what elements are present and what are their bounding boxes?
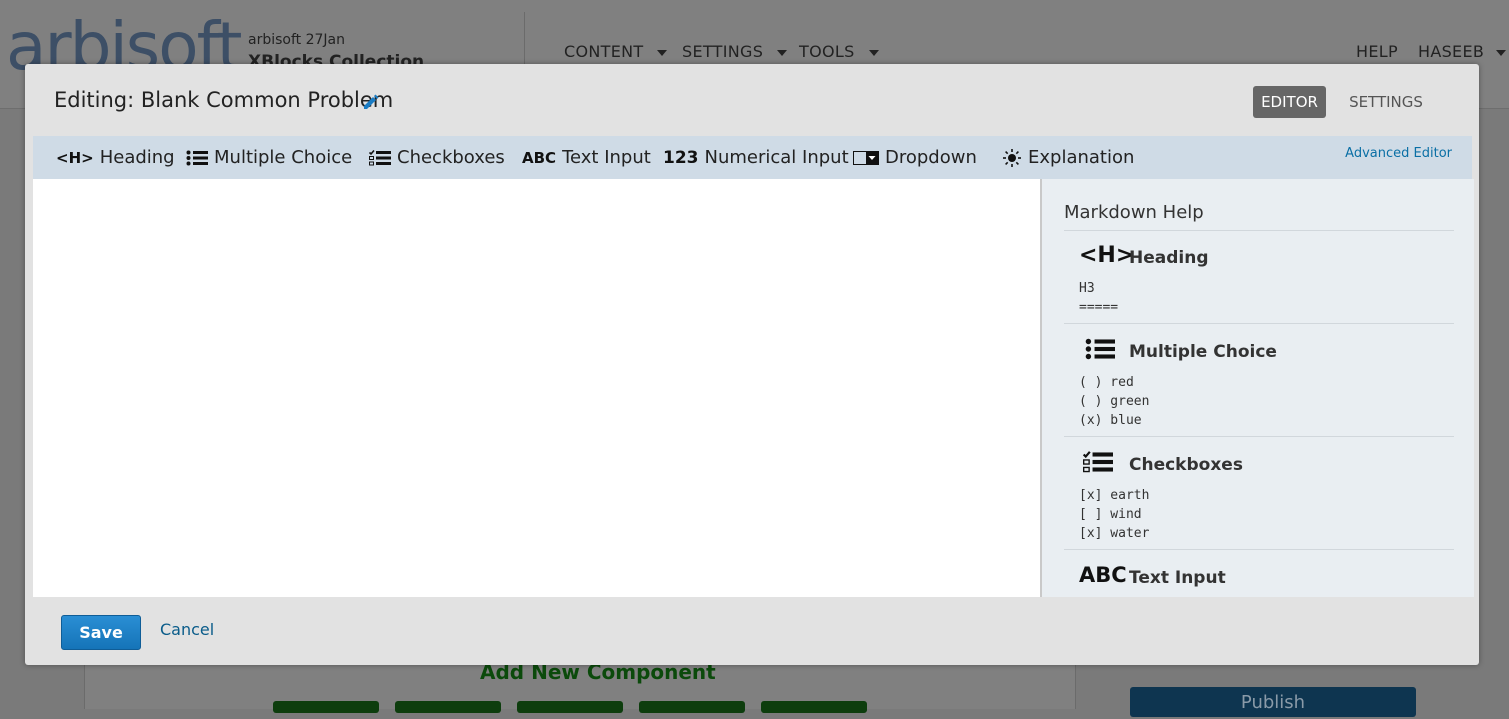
toolbar-heading[interactable]: <H> Heading	[56, 136, 175, 179]
heading-icon: <H>	[1079, 243, 1135, 268]
toolbar-dropdown-label: Dropdown	[885, 147, 977, 168]
editor-toolbar: <H> Heading Multiple Choice Checkboxes AB…	[33, 136, 1472, 179]
publish-button[interactable]: Publish	[1130, 687, 1416, 717]
nav-user-label: HASEEB	[1418, 42, 1485, 61]
toolbar-checkboxes[interactable]: Checkboxes	[369, 136, 505, 179]
add-component-button[interactable]	[273, 701, 379, 713]
chevron-down-icon	[657, 49, 668, 56]
list-icon	[186, 150, 208, 166]
cancel-button[interactable]: Cancel	[160, 620, 214, 639]
help-section-name: Heading	[1129, 248, 1209, 268]
toolbar-text-input-label: Text Input	[562, 147, 651, 168]
help-section-heading: <H> Heading H3 =====	[1079, 241, 1449, 317]
add-component-button[interactable]	[639, 701, 745, 713]
nav-tools[interactable]: TOOLS	[799, 42, 879, 61]
divider	[1064, 323, 1454, 324]
toolbar-explanation-label: Explanation	[1028, 147, 1135, 168]
chevron-down-icon	[777, 49, 788, 56]
help-code-example: [x] earth [ ] wind [x] water	[1079, 488, 1150, 541]
toolbar-explanation[interactable]: Explanation	[1002, 136, 1134, 179]
checklist-icon	[369, 150, 391, 166]
help-code-example: ( ) red ( ) green (x) blue	[1079, 375, 1150, 428]
nav-help[interactable]: HELP	[1356, 42, 1398, 61]
help-section-checkboxes: Checkboxes [x] earth [ ] wind [x] water	[1079, 448, 1449, 543]
toolbar-multiple-choice[interactable]: Multiple Choice	[186, 136, 352, 179]
add-component-button[interactable]	[517, 701, 623, 713]
divider	[1064, 549, 1454, 550]
toolbar-numerical-input[interactable]: 123 Numerical Input	[663, 136, 849, 179]
divider	[1064, 436, 1454, 437]
nav-user[interactable]: HASEEB	[1418, 42, 1507, 61]
abc-icon: ABC	[1079, 563, 1127, 587]
list-icon	[1085, 338, 1115, 360]
dropdown-icon	[853, 151, 879, 165]
numbers-icon: 123	[663, 147, 699, 168]
heading-icon: <H>	[56, 148, 94, 167]
add-component-button[interactable]	[761, 701, 867, 713]
divider	[1064, 230, 1454, 231]
help-title: Markdown Help	[1064, 202, 1204, 223]
nav-tools-label: TOOLS	[799, 42, 855, 61]
nav-settings-label: SETTINGS	[682, 42, 764, 61]
checklist-icon	[1083, 451, 1113, 473]
chevron-down-icon	[868, 49, 879, 56]
editor-modal: Editing: Blank Common Problem EDITOR SET…	[25, 64, 1479, 665]
help-code-example: H3 =====	[1079, 281, 1119, 315]
toolbar-checkboxes-label: Checkboxes	[397, 147, 505, 168]
help-section-name: Text Input	[1129, 568, 1226, 588]
modal-footer: Save Cancel	[25, 597, 1479, 665]
help-section-multiple-choice: Multiple Choice ( ) red ( ) green (x) bl…	[1079, 335, 1449, 430]
markdown-editor[interactable]	[33, 179, 1040, 597]
editor-mode-button[interactable]: EDITOR	[1253, 86, 1326, 118]
course-org: arbisoft 27Jan	[248, 32, 345, 48]
modal-title: Editing: Blank Common Problem	[54, 88, 394, 112]
pencil-icon[interactable]	[361, 92, 379, 110]
help-section-name: Multiple Choice	[1129, 342, 1277, 362]
toolbar-numerical-input-label: Numerical Input	[704, 147, 849, 168]
toolbar-multiple-choice-label: Multiple Choice	[214, 147, 353, 168]
advanced-editor-link[interactable]: Advanced Editor	[1345, 146, 1452, 161]
abc-icon: ABC	[522, 148, 557, 167]
lightbulb-icon	[1003, 149, 1021, 167]
help-section-name: Checkboxes	[1129, 455, 1243, 475]
markdown-help-panel: Markdown Help <H> Heading H3 ===== Multi…	[1040, 179, 1474, 597]
toolbar-dropdown[interactable]: Dropdown	[853, 136, 977, 179]
save-button[interactable]: Save	[61, 615, 141, 650]
nav-content-label: CONTENT	[564, 42, 644, 61]
add-component-button[interactable]	[395, 701, 501, 713]
toolbar-heading-label: Heading	[99, 147, 175, 168]
nav-settings[interactable]: SETTINGS	[682, 42, 788, 61]
help-section-text-input: ABC Text Input	[1079, 561, 1449, 597]
nav-content[interactable]: CONTENT	[564, 42, 668, 61]
settings-mode-button[interactable]: SETTINGS	[1341, 86, 1431, 118]
chevron-down-icon	[1496, 49, 1507, 56]
toolbar-text-input[interactable]: ABC Text Input	[522, 136, 651, 179]
